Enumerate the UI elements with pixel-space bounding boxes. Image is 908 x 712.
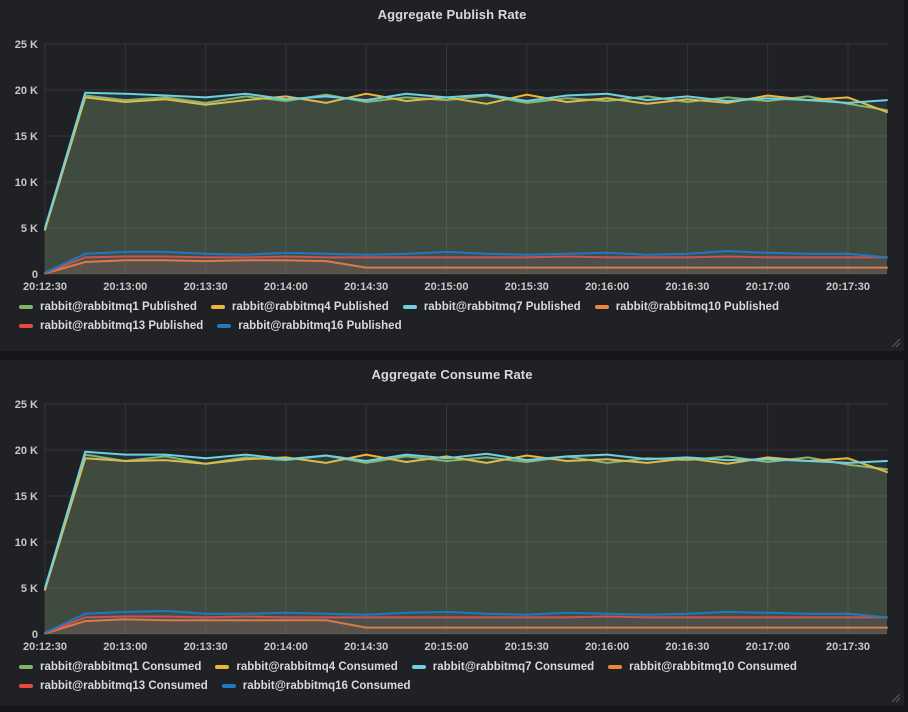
x-axis-tick-label: 20:15:00 — [424, 641, 468, 653]
legend-item[interactable]: rabbit@rabbitmq1 Published — [19, 301, 197, 313]
x-axis-tick-label: 20:17:00 — [746, 281, 790, 293]
series-area — [45, 452, 887, 634]
x-axis-tick-label: 20:16:30 — [665, 281, 709, 293]
legend-item[interactable]: rabbit@rabbitmq13 Consumed — [19, 680, 208, 692]
legend-item[interactable]: rabbit@rabbitmq4 Published — [211, 301, 389, 313]
y-axis-tick-label: 20 K — [15, 85, 38, 97]
series-area — [45, 611, 887, 634]
y-axis-tick-label: 0 — [32, 269, 38, 281]
y-axis-tick-label: 5 K — [21, 223, 38, 235]
legend-item[interactable]: rabbit@rabbitmq10 Consumed — [608, 661, 797, 673]
x-axis-tick-label: 20:15:30 — [505, 641, 549, 653]
legend-series-swatch-icon — [217, 324, 231, 328]
legend-series-swatch-icon — [222, 684, 236, 688]
x-axis-tick-label: 20:14:30 — [344, 281, 388, 293]
legend-series-label: rabbit@rabbitmq4 Published — [232, 301, 389, 313]
legend-item[interactable]: rabbit@rabbitmq10 Published — [595, 301, 779, 313]
legend-series-swatch-icon — [19, 305, 33, 309]
x-axis-tick-label: 20:17:30 — [826, 281, 870, 293]
y-axis-tick-label: 10 K — [15, 537, 38, 549]
legend-item[interactable]: rabbit@rabbitmq4 Consumed — [215, 661, 397, 673]
x-axis-tick-label: 20:13:00 — [103, 281, 147, 293]
series-area — [45, 93, 887, 274]
legend-series-label: rabbit@rabbitmq4 Consumed — [236, 661, 397, 673]
legend-item[interactable]: rabbit@rabbitmq7 Published — [403, 301, 581, 313]
legend-series-label: rabbit@rabbitmq10 Published — [616, 301, 779, 313]
x-axis-tick-label: 20:17:30 — [826, 641, 870, 653]
x-axis-tick-label: 20:17:00 — [746, 641, 790, 653]
chart-canvas[interactable]: 0 5 K 10 K 15 K 20 K 25 K 20:12:30 20:13:00 20:1… — [0, 0, 904, 298]
x-axis-tick-label: 20:16:00 — [585, 641, 629, 653]
legend-item[interactable]: rabbit@rabbitmq16 Consumed — [222, 680, 411, 692]
chart-canvas[interactable]: 0 5 K 10 K 15 K 20 K 25 K 20:12:30 20:13:00 20:1… — [0, 360, 904, 658]
legend-series-label: rabbit@rabbitmq13 Published — [40, 320, 203, 332]
x-axis-tick-label: 20:13:00 — [103, 641, 147, 653]
legend-series-swatch-icon — [595, 305, 609, 309]
panel-aggregate-publish-rate: Aggregate Publish Rate 05 K10 K15 K20 K2… — [0, 0, 904, 351]
y-axis-tick-label: 25 K — [15, 39, 38, 51]
y-axis-tick-label: 10 K — [15, 177, 38, 189]
legend-series-swatch-icon — [412, 665, 426, 669]
legend-series-label: rabbit@rabbitmq13 Consumed — [40, 680, 208, 692]
legend-series-swatch-icon — [19, 684, 33, 688]
legend-series-label: rabbit@rabbitmq1 Published — [40, 301, 197, 313]
x-axis-tick-label: 20:12:30 — [23, 281, 67, 293]
x-axis-tick-label: 20:15:00 — [424, 281, 468, 293]
x-axis-tick-label: 20:14:00 — [264, 641, 308, 653]
x-axis-tick-label: 20:14:30 — [344, 641, 388, 653]
legend-series-label: rabbit@rabbitmq10 Consumed — [629, 661, 797, 673]
y-axis-tick-label: 0 — [32, 629, 38, 641]
legend-series-label: rabbit@rabbitmq1 Consumed — [40, 661, 201, 673]
legend-series-label: rabbit@rabbitmq7 Consumed — [433, 661, 594, 673]
y-axis-tick-label: 15 K — [15, 491, 38, 503]
y-axis-tick-label: 5 K — [21, 583, 38, 595]
legend-item[interactable]: rabbit@rabbitmq13 Published — [19, 320, 203, 332]
panel-resize-handle-icon[interactable] — [892, 339, 900, 347]
legend-series-swatch-icon — [215, 665, 229, 669]
x-axis-tick-label: 20:15:30 — [505, 281, 549, 293]
x-axis-tick-label: 20:14:00 — [264, 281, 308, 293]
legend-series-swatch-icon — [19, 665, 33, 669]
series-area — [45, 251, 887, 274]
x-axis-tick-label: 20:13:30 — [184, 641, 228, 653]
legend-series-swatch-icon — [608, 665, 622, 669]
legend-series-swatch-icon — [211, 305, 225, 309]
panel-aggregate-consume-rate: Aggregate Consume Rate 05 K10 K15 K20 K2… — [0, 360, 904, 706]
legend-item[interactable]: rabbit@rabbitmq1 Consumed — [19, 661, 201, 673]
legend-series-swatch-icon — [403, 305, 417, 309]
legend-series-label: rabbit@rabbitmq7 Published — [424, 301, 581, 313]
y-axis-tick-label: 15 K — [15, 131, 38, 143]
legend-item[interactable]: rabbit@rabbitmq7 Consumed — [412, 661, 594, 673]
legend: rabbit@rabbitmq1 Consumed rabbit@rabbitmq… — [14, 661, 892, 699]
legend-series-label: rabbit@rabbitmq16 Consumed — [243, 680, 411, 692]
x-axis-tick-label: 20:13:30 — [184, 281, 228, 293]
x-axis-tick-label: 20:16:30 — [665, 641, 709, 653]
y-axis-tick-label: 20 K — [15, 445, 38, 457]
legend-item[interactable]: rabbit@rabbitmq16 Published — [217, 320, 401, 332]
x-axis-tick-label: 20:16:00 — [585, 281, 629, 293]
legend-series-swatch-icon — [19, 324, 33, 328]
y-axis-tick-label: 25 K — [15, 399, 38, 411]
dashboard: { "ui": { "page_bg": "#141619", "panel_b… — [0, 0, 908, 712]
legend: rabbit@rabbitmq1 Published rabbit@rabbitm… — [14, 301, 892, 339]
panel-resize-handle-icon[interactable] — [892, 694, 900, 702]
legend-series-label: rabbit@rabbitmq16 Published — [238, 320, 401, 332]
x-axis-tick-label: 20:12:30 — [23, 641, 67, 653]
